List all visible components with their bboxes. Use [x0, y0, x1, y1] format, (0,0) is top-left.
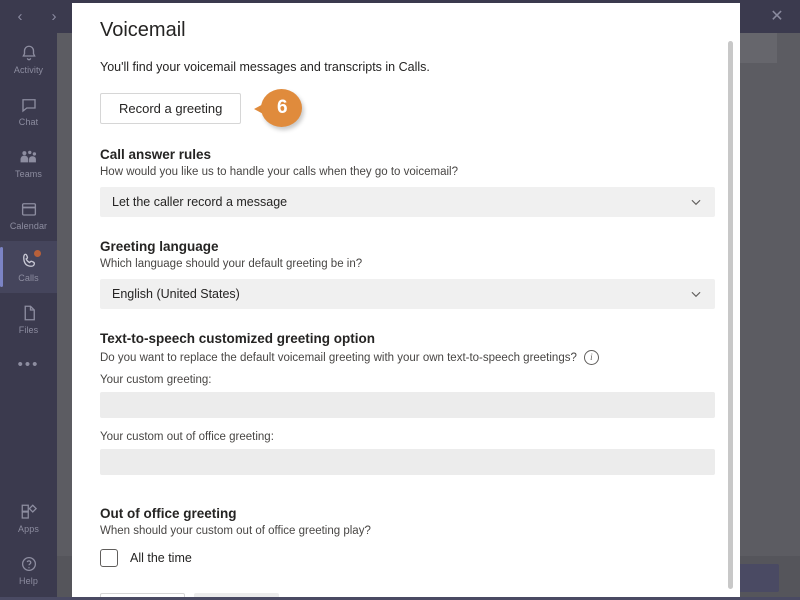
section-heading-greeting-language: Greeting language: [100, 239, 219, 254]
sidebar-label-apps: Apps: [18, 524, 39, 534]
sidebar-item-teams[interactable]: Teams: [0, 137, 57, 189]
sidebar-item-activity[interactable]: Activity: [0, 33, 57, 85]
custom-out-of-office-greeting-label: Your custom out of office greeting:: [100, 431, 274, 443]
all-the-time-label: All the time: [130, 551, 192, 565]
sidebar-label-files: Files: [18, 325, 39, 335]
all-the-time-checkbox-row[interactable]: All the time: [100, 549, 700, 567]
sidebar-label-calls: Calls: [18, 273, 39, 283]
page-title: Voicemail: [100, 19, 186, 41]
calendar-icon: [19, 199, 39, 219]
record-greeting-button[interactable]: Record a greeting: [100, 92, 242, 124]
callout-step-number: 6: [277, 97, 288, 118]
sidebar-label-help: Help: [19, 576, 38, 586]
files-icon: [19, 303, 39, 323]
rail-secondary-items: Apps Help: [0, 492, 57, 596]
all-the-time-checkbox[interactable]: [100, 549, 118, 567]
greeting-language-dropdown[interactable]: English (United States): [100, 279, 715, 309]
sidebar-label-chat: Chat: [18, 117, 39, 127]
bell-icon: [19, 43, 39, 63]
dialog-scrollbar-thumb[interactable]: [728, 41, 733, 589]
navigation-arrows: ‹ ›: [10, 6, 64, 26]
sidebar-item-chat[interactable]: Chat: [0, 85, 57, 137]
section-desc-greeting-language: Which language should your default greet…: [100, 258, 363, 270]
dialog-scrollbar[interactable]: [728, 41, 733, 591]
call-answer-rules-dropdown[interactable]: Let the caller record a message: [100, 187, 715, 217]
greeting-language-value: English (United States): [112, 287, 240, 301]
section-desc-text-to-speech: Do you want to replace the default voice…: [100, 350, 700, 365]
sidebar-item-files[interactable]: Files: [0, 293, 57, 345]
teams-app-window: ••• ••• ‹ › ✕: [0, 0, 800, 600]
sidebar-label-activity: Activity: [13, 65, 44, 75]
section-heading-out-of-office: Out of office greeting: [100, 506, 237, 521]
forward-icon[interactable]: ›: [44, 6, 64, 26]
section-heading-call-answer-rules: Call answer rules: [100, 147, 212, 162]
chevron-down-icon: [689, 187, 703, 217]
chat-icon: [19, 95, 39, 115]
left-nav-rail: Activity Chat Teams Calendar Calls Files…: [0, 33, 57, 600]
help-icon: [19, 554, 39, 574]
step-callout-badge: 6: [254, 89, 303, 127]
close-icon: ✕: [770, 7, 784, 25]
sidebar-label-calendar: Calendar: [9, 221, 48, 231]
section-heading-text-to-speech: Text-to-speech customized greeting optio…: [100, 331, 376, 346]
sidebar-item-apps[interactable]: Apps: [0, 492, 57, 544]
voicemail-settings-dialog: Voicemail You'll find your voicemail mes…: [72, 3, 740, 597]
sidebar-more-apps-button[interactable]: •••: [0, 345, 57, 383]
custom-greeting-input[interactable]: [100, 392, 715, 418]
close-button[interactable]: ✕: [754, 0, 800, 33]
call-answer-rules-value: Let the caller record a message: [112, 195, 288, 209]
record-greeting-row: Record a greeting 6: [100, 89, 700, 127]
sidebar-item-help[interactable]: Help: [0, 544, 57, 596]
chevron-down-icon: [689, 279, 703, 309]
text-to-speech-question: Do you want to replace the default voice…: [100, 351, 577, 364]
sidebar-item-calendar[interactable]: Calendar: [0, 189, 57, 241]
dialog-subtitle: You'll find your voicemail messages and …: [100, 60, 430, 74]
info-icon[interactable]: i: [583, 350, 599, 365]
custom-greeting-label: Your custom greeting:: [100, 374, 212, 386]
rail-primary-items: Activity Chat Teams Calendar Calls Files…: [0, 33, 57, 383]
back-icon[interactable]: ‹: [10, 6, 30, 26]
dialog-content: Voicemail You'll find your voicemail mes…: [72, 3, 740, 597]
section-desc-call-answer-rules: How would you like us to handle your cal…: [100, 166, 458, 178]
teams-icon: [19, 147, 39, 167]
sidebar-item-calls[interactable]: Calls: [0, 241, 57, 293]
sidebar-label-teams: Teams: [14, 169, 42, 179]
section-desc-out-of-office: When should your custom out of office gr…: [100, 525, 371, 537]
apps-icon: [19, 502, 39, 522]
dialog-inner: Voicemail You'll find your voicemail mes…: [72, 19, 740, 567]
calls-notification-badge: [34, 250, 41, 257]
custom-out-of-office-greeting-input[interactable]: [100, 449, 715, 475]
